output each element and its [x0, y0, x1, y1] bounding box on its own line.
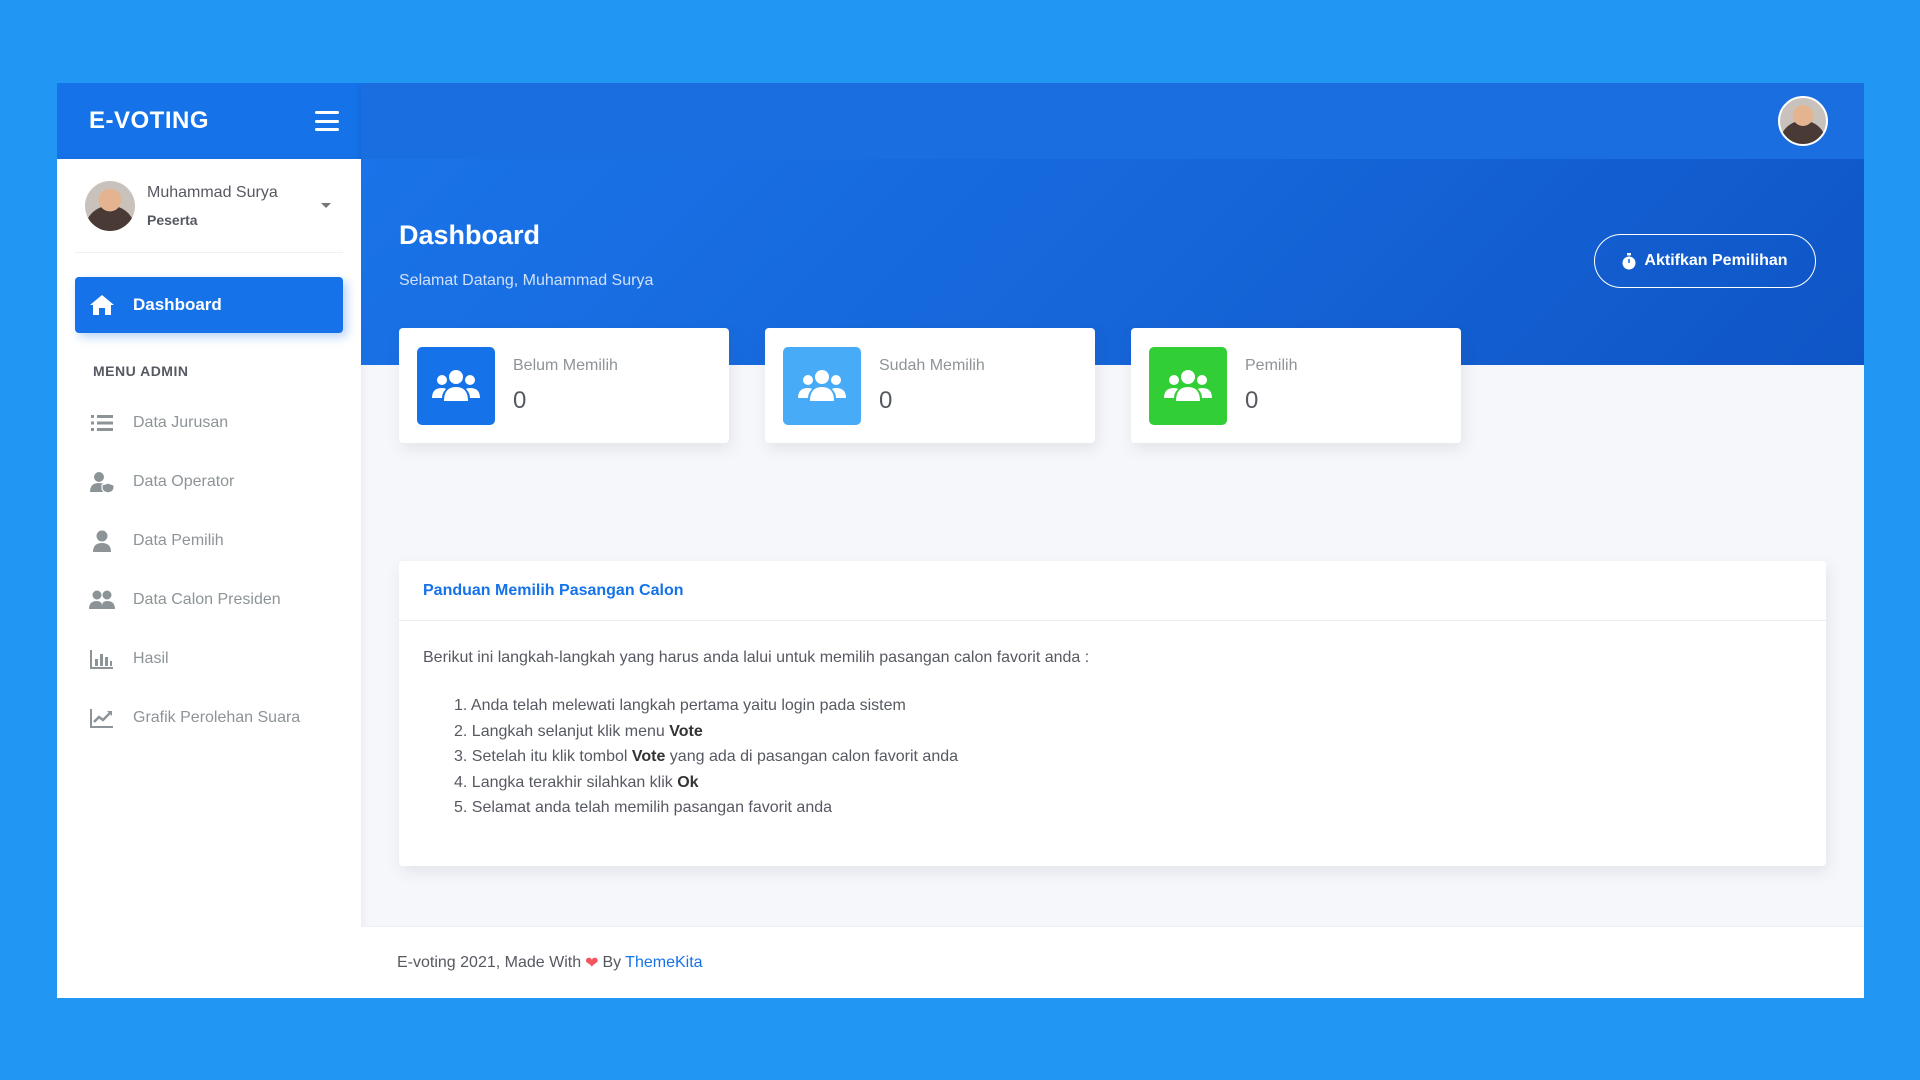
sidebar-item-label: Grafik Perolehan Suara [133, 708, 301, 726]
guide-step: 4. Langka terakhir silahkan klik Ok [454, 773, 699, 791]
heart-icon: ❤ [585, 954, 599, 972]
stopwatch-icon [1622, 252, 1636, 269]
stat-icon-box [1149, 346, 1227, 425]
stat-value: 0 [879, 386, 893, 414]
user-role: Peserta [147, 211, 198, 228]
sidebar-item-label: Dashboard [133, 295, 222, 314]
app-window: E-VOTING Muhammad Surya Peserta Dashboar… [57, 83, 1864, 998]
stat-label: Belum Memilih [513, 356, 618, 374]
footer-by: By [602, 953, 622, 971]
guide-steps: 1. Anda telah melewati langkah pertama y… [423, 693, 1802, 821]
guide-title: Panduan Memilih Pasangan Calon [399, 561, 1826, 621]
sidebar-section-title: MENU ADMIN [93, 363, 189, 379]
home-icon [90, 295, 114, 315]
user-shield-icon [90, 471, 115, 493]
guide-step: 2. Langkah selanjut klik menu Vote [454, 722, 703, 740]
top-navbar [361, 83, 1864, 159]
sidebar-item-data-jurusan[interactable]: Data Jurusan [57, 393, 361, 452]
sidebar-item-label: Data Pemilih [133, 531, 224, 549]
profile-avatar[interactable] [1778, 96, 1828, 146]
sidebar-item-dashboard[interactable]: Dashboard [75, 277, 343, 333]
user-info: Muhammad Surya Peserta [147, 184, 278, 228]
users-icon [432, 369, 480, 401]
stat-card-sudah-memilih: Sudah Memilih 0 [765, 328, 1095, 443]
stat-icon-box [417, 346, 495, 425]
sidebar-item-data-operator[interactable]: Data Operator [57, 452, 361, 511]
user-profile[interactable]: Muhammad Surya Peserta [75, 159, 343, 253]
guide-intro: Berikut ini langkah-langkah yang harus a… [423, 649, 1090, 666]
stat-card-pemilih: Pemilih 0 [1131, 328, 1461, 443]
page-subtitle: Selamat Datang, Muhammad Surya [399, 272, 654, 289]
list-icon [91, 414, 113, 431]
stat-value: 0 [513, 386, 527, 414]
sidebar-item-grafik-perolehan-suara[interactable]: Grafik Perolehan Suara [57, 688, 361, 747]
stat-icon-box [783, 346, 861, 425]
guide-step: 5. Selamat anda telah memilih pasangan f… [454, 799, 833, 816]
stat-value: 0 [1245, 386, 1259, 414]
sidebar-item-label: Data Calon Presiden [133, 590, 281, 608]
main-content: Dashboard Selamat Datang, Muhammad Surya… [361, 159, 1864, 998]
activate-election-label: Aktifkan Pemilihan [1644, 252, 1788, 269]
guide-step: 1. Anda telah melewati langkah pertama y… [454, 697, 906, 714]
hamburger-menu-icon[interactable] [315, 111, 339, 131]
footer-text: E-voting 2021, Made With [397, 953, 582, 971]
guide-step: 3. Setelah itu klik tombol Vote yang ada… [454, 748, 959, 765]
caret-down-icon[interactable] [321, 203, 331, 208]
line-chart-icon [90, 708, 113, 728]
activate-election-button[interactable]: Aktifkan Pemilihan [1594, 234, 1816, 288]
sidebar-item-hasil[interactable]: Hasil [57, 629, 361, 688]
user-icon [93, 530, 111, 552]
page-title: Dashboard [399, 220, 541, 250]
stat-label: Pemilih [1245, 356, 1298, 374]
footer: E-voting 2021, Made With ❤ By ThemeKita [361, 926, 1864, 998]
sidebar: Muhammad Surya Peserta Dashboard MENU AD… [57, 159, 361, 998]
stat-label: Sudah Memilih [879, 356, 985, 374]
sidebar-item-data-pemilih[interactable]: Data Pemilih [57, 511, 361, 570]
logo-header: E-VOTING [57, 83, 361, 159]
sidebar-item-data-calon-presiden[interactable]: Data Calon Presiden [57, 570, 361, 629]
users-icon [1164, 369, 1212, 401]
users-icon [798, 369, 846, 401]
users-icon [89, 590, 115, 609]
guide-card: Panduan Memilih Pasangan Calon Berikut i… [399, 561, 1826, 866]
app-logo[interactable]: E-VOTING [89, 107, 209, 135]
bar-chart-icon [90, 649, 113, 669]
user-avatar [85, 180, 135, 231]
sidebar-item-label: Hasil [133, 649, 169, 667]
footer-link-themekita[interactable]: ThemeKita [625, 954, 702, 972]
sidebar-item-label: Data Jurusan [133, 413, 229, 431]
stat-card-belum-memilih: Belum Memilih 0 [399, 328, 729, 443]
user-name: Muhammad Surya [147, 183, 278, 201]
sidebar-item-label: Data Operator [133, 472, 235, 490]
